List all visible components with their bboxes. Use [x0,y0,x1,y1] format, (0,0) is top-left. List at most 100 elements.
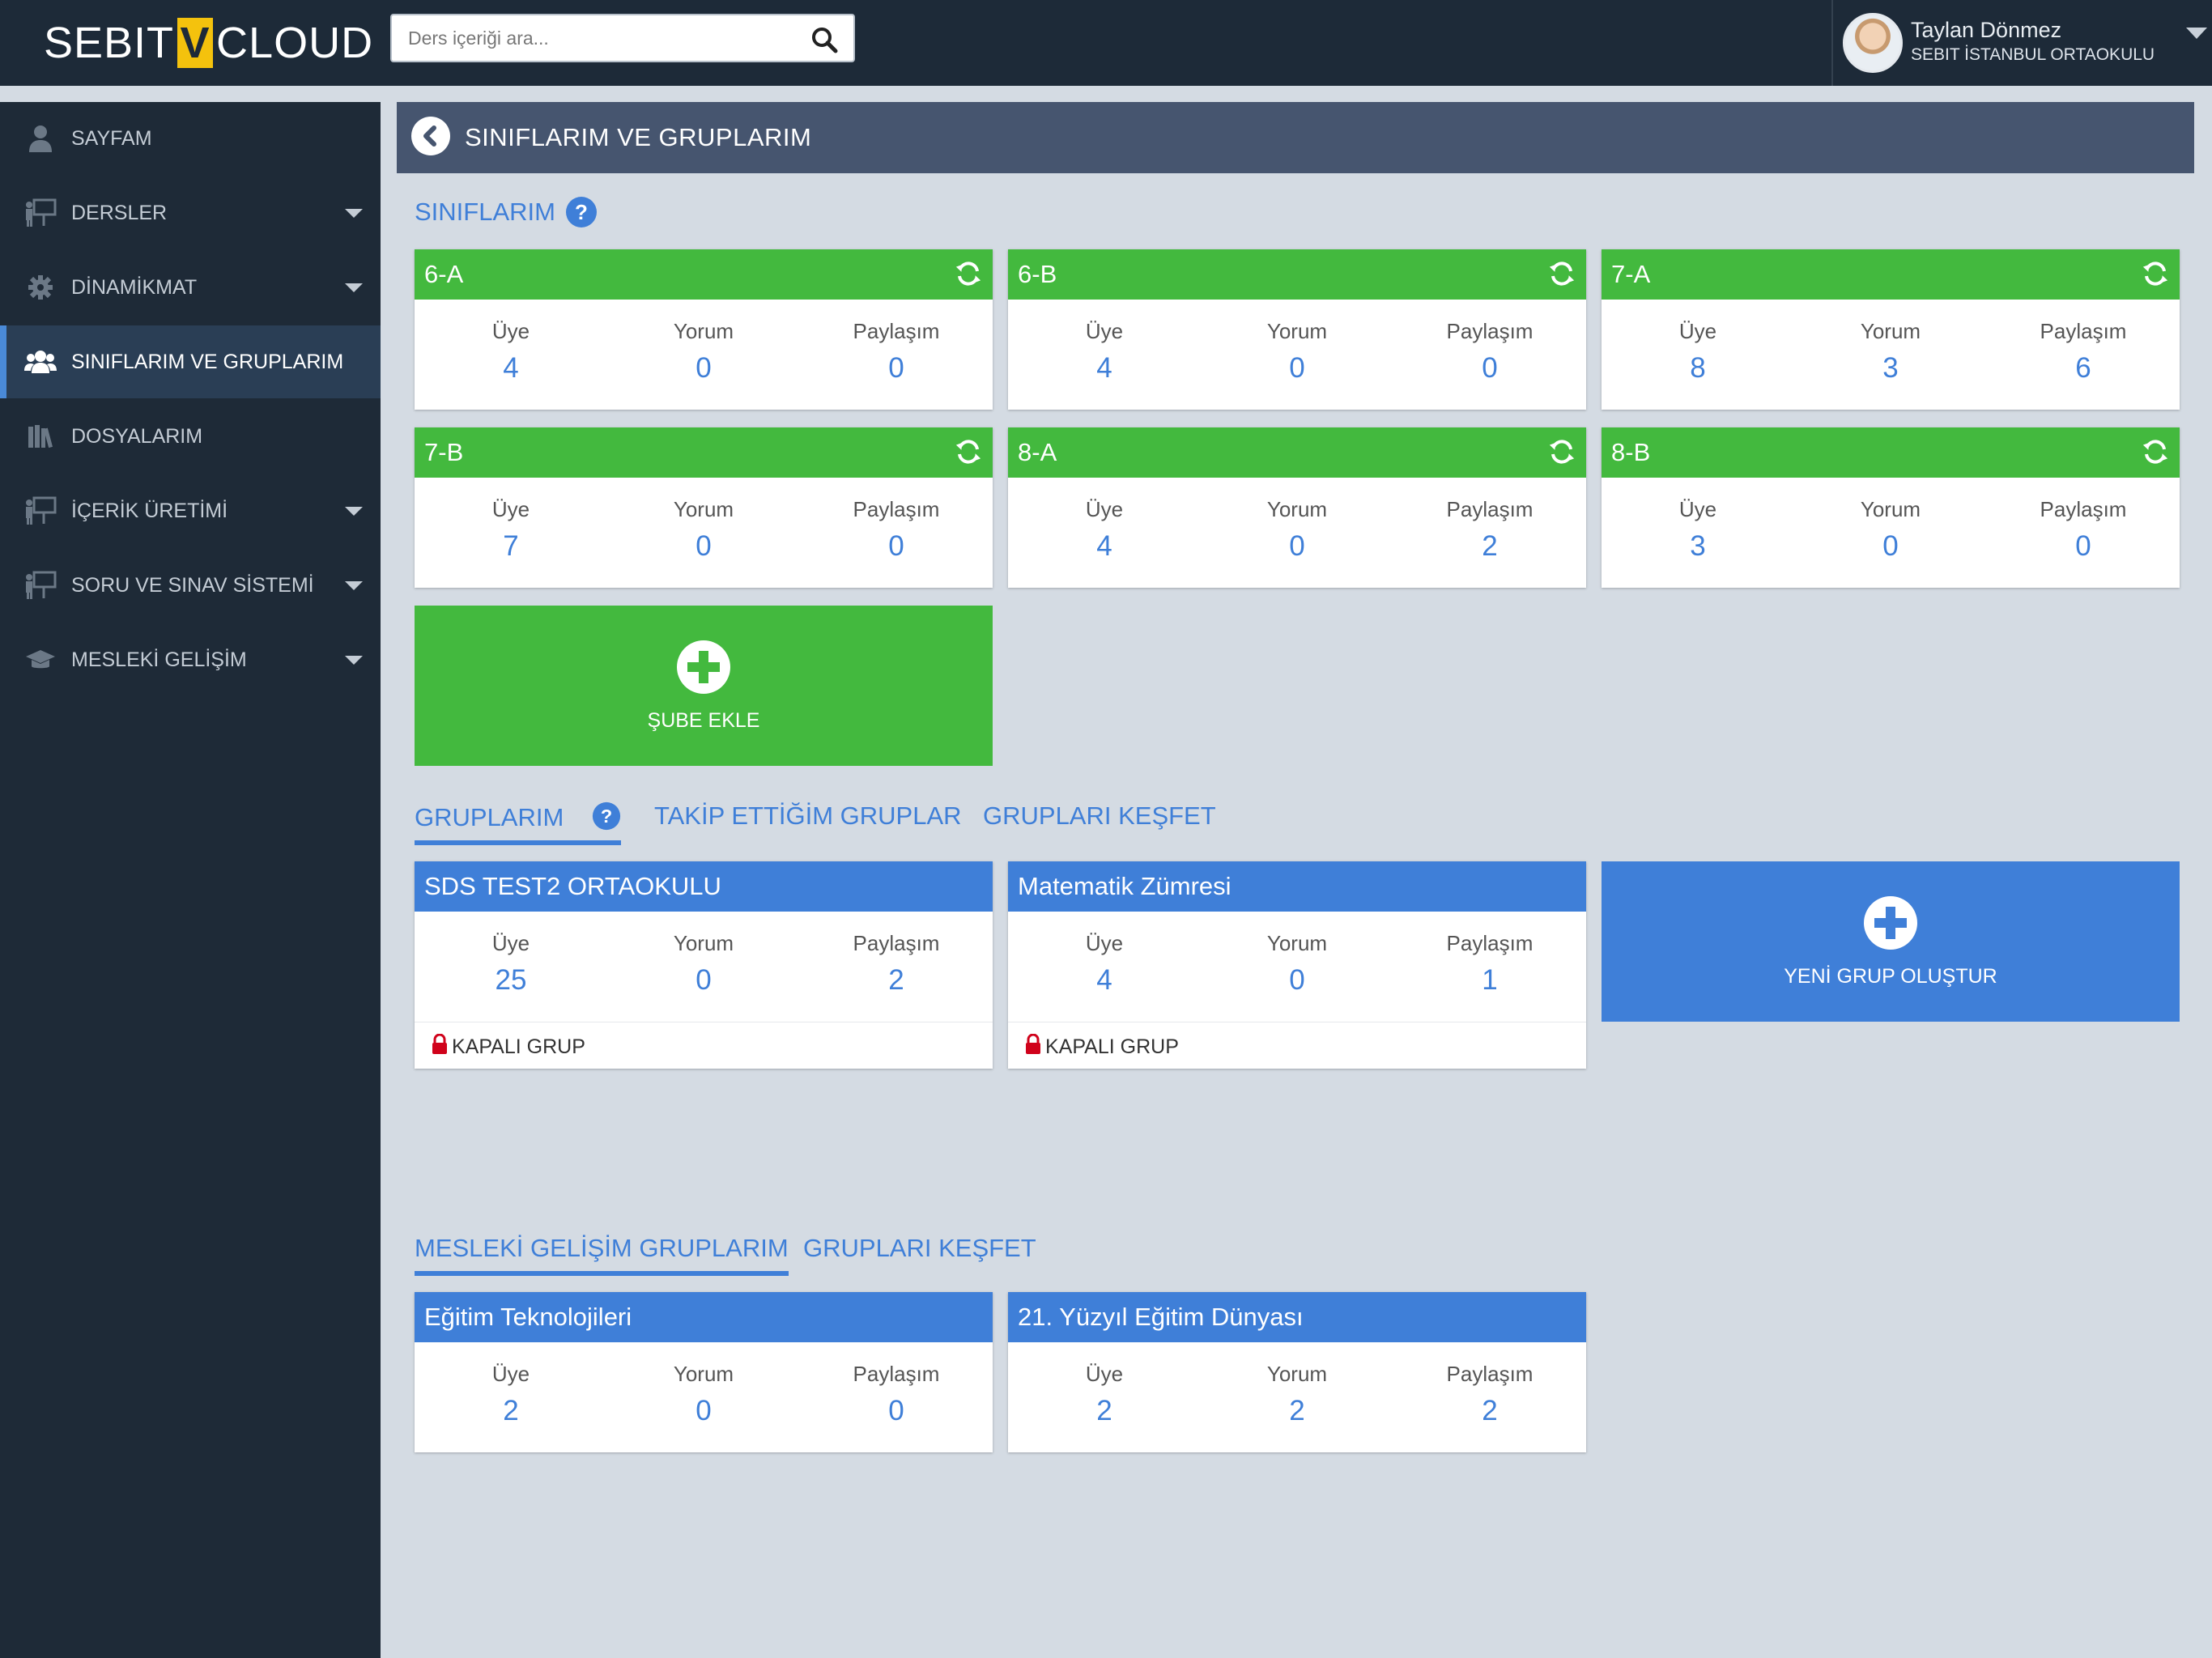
stat-label-uye: Üye [1085,1362,1124,1386]
tab-label: GRUPLARIM [415,803,564,831]
group-status: KAPALI GRUP [452,1035,585,1058]
stat-value-yorum[interactable]: 0 [607,352,800,385]
class-name: 8-B [1611,438,1651,466]
stat-value-uye[interactable]: 4 [415,352,607,385]
user-name: Taylan Dönmez [1911,18,2062,42]
stat-value-uye[interactable]: 25 [415,964,607,997]
sebit-vcloud-logo[interactable]: SEBIT V CLOUD [44,15,373,71]
stat-label-uye: Üye [491,319,530,343]
tab-gruplari-kesfet[interactable]: GRUPLARI KEŞFET [983,801,1216,839]
refresh-icon[interactable] [1549,439,1575,465]
search-input[interactable] [392,15,781,61]
chevron-down-icon[interactable] [2186,28,2207,39]
stat-value-paylasim[interactable]: 2 [800,964,993,997]
sidebar-item-dosyalarim[interactable]: DOSYALARIM [0,400,381,473]
stat-label-paylasim: Paylaşım [1446,497,1534,521]
stat-value-uye[interactable]: 8 [1602,352,1794,385]
stat-label-yorum: Yorum [1266,1362,1328,1386]
stat-label-paylasim: Paylaşım [1446,1362,1534,1386]
tab-mesleki-gelisim-gruplarim[interactable]: MESLEKİ GELİŞİM GRUPLARIM [415,1234,789,1276]
stat-label-yorum: Yorum [1860,319,1921,343]
sidebar-item-dinamikmat[interactable]: DİNAMİKMAT [0,251,381,324]
stat-label-paylasim: Paylaşım [1446,319,1534,343]
sidebar-item-mesleki-gelisim[interactable]: MESLEKİ GELİŞİM [0,623,381,696]
class-card-6b[interactable]: 6-B Üye 4 Yorum 0 Paylaşım 0 [1008,249,1586,410]
stat-value-yorum[interactable]: 0 [607,1395,800,1427]
presentation-icon [24,495,57,527]
avatar[interactable] [1843,13,1903,73]
stat-value-paylasim[interactable]: 6 [1987,352,2180,385]
tab-gruplari-kesfet-mesleki[interactable]: GRUPLARI KEŞFET [803,1234,1036,1271]
stat-label-yorum: Yorum [1860,497,1921,521]
stat-value-paylasim[interactable]: 2 [1393,1395,1586,1427]
class-card-7b[interactable]: 7-B Üye 7 Yorum 0 Paylaşım 0 [415,427,993,588]
pro-group-card[interactable]: Eğitim Teknolojileri Üye 2 Yorum 0 Paylaşı… [415,1292,993,1452]
stat-value-uye[interactable]: 7 [415,530,607,563]
user-menu[interactable]: Taylan Dönmez SEBIT İSTANBUL ORTAOKULU [1831,0,2212,86]
class-name: 8-A [1018,438,1057,466]
group-card[interactable]: SDS TEST2 ORTAOKULU Üye 25 Yorum 0 Paylaşı… [415,861,993,1069]
stat-value-paylasim[interactable]: 0 [800,530,993,563]
stat-value-paylasim[interactable]: 1 [1393,964,1586,997]
sidebar-item-siniflarim-ve-gruplarim[interactable]: SINIFLARIM VE GRUPLARIM [0,325,381,398]
stat-value-paylasim[interactable]: 0 [1393,352,1586,385]
classes-section-title: SINIFLARIM [415,198,555,226]
stat-value-uye[interactable]: 4 [1008,530,1201,563]
class-card-6a[interactable]: 6-A Üye 4 Yorum 0 Paylaşım 0 [415,249,993,410]
pro-group-card[interactable]: 21. Yüzyıl Eğitim Dünyası Üye 2 Yorum 2 Pa… [1008,1292,1586,1452]
help-icon[interactable]: ? [565,196,598,228]
tab-gruplarim[interactable]: GRUPLARIM ? [415,801,621,845]
back-button[interactable] [411,117,450,155]
sidebar-item-icerik-uretimi[interactable]: İÇERİK ÜRETİMİ [0,474,381,547]
stat-label-yorum: Yorum [1266,319,1328,343]
chevron-down-icon [345,655,363,665]
stat-value-uye[interactable]: 3 [1602,530,1794,563]
sidebar-item-soru-ve-sinav-sistemi[interactable]: SORU VE SINAV SİSTEMİ [0,549,381,622]
stat-value-yorum[interactable]: 0 [607,964,800,997]
stat-value-uye[interactable]: 4 [1008,964,1201,997]
stat-label-paylasim: Paylaşım [853,1362,940,1386]
stat-value-paylasim[interactable]: 0 [800,352,993,385]
help-icon[interactable]: ? [592,801,621,831]
stat-label-uye: Üye [1085,497,1124,521]
refresh-icon[interactable] [2142,439,2168,465]
stat-label-paylasim: Paylaşım [853,931,940,955]
stat-label-yorum: Yorum [673,1362,734,1386]
refresh-icon[interactable] [955,261,981,287]
create-group-button[interactable]: YENİ GRUP OLUŞTUR [1602,861,2180,1022]
search-icon[interactable] [810,25,839,54]
stat-value-yorum[interactable]: 0 [1201,530,1393,563]
add-class-button[interactable]: ŞUBE EKLE [415,606,993,766]
stat-value-yorum[interactable]: 0 [1201,964,1393,997]
stat-label-paylasim: Paylaşım [853,319,940,343]
page-title: SINIFLARIM VE GRUPLARIM [465,123,812,151]
stat-value-yorum[interactable]: 0 [1794,530,1987,563]
presentation-icon [24,569,57,602]
sidebar-item-label: İÇERİK ÜRETİMİ [71,499,228,522]
sidebar-item-dersler[interactable]: DERSLER [0,176,381,249]
search-box [390,14,855,62]
stat-value-uye[interactable]: 2 [1008,1395,1201,1427]
class-card-8a[interactable]: 8-A Üye 4 Yorum 0 Paylaşım 2 [1008,427,1586,588]
refresh-icon[interactable] [2142,261,2168,287]
presentation-icon [24,197,57,229]
refresh-icon[interactable] [955,439,981,465]
stat-value-uye[interactable]: 4 [1008,352,1201,385]
refresh-icon[interactable] [1549,261,1575,287]
sidebar-item-label: DERSLER [71,201,168,224]
stat-value-yorum[interactable]: 0 [607,530,800,563]
tab-takip-ettigim-gruplar[interactable]: TAKİP ETTİĞİM GRUPLAR [654,801,962,839]
stat-label-uye: Üye [491,497,530,521]
stat-label-uye: Üye [1678,319,1717,343]
stat-value-yorum[interactable]: 0 [1201,352,1393,385]
stat-value-yorum[interactable]: 2 [1201,1395,1393,1427]
stat-value-paylasim[interactable]: 2 [1393,530,1586,563]
stat-value-uye[interactable]: 2 [415,1395,607,1427]
stat-value-yorum[interactable]: 3 [1794,352,1987,385]
stat-value-paylasim[interactable]: 0 [800,1395,993,1427]
class-card-8b[interactable]: 8-B Üye 3 Yorum 0 Paylaşım 0 [1602,427,2180,588]
sidebar-item-sayfam[interactable]: SAYFAM [0,102,381,175]
stat-value-paylasim[interactable]: 0 [1987,530,2180,563]
group-card[interactable]: Matematik Zümresi Üye 4 Yorum 0 Paylaşım 1 … [1008,861,1586,1069]
class-card-7a[interactable]: 7-A Üye 8 Yorum 3 Paylaşım 6 [1602,249,2180,410]
